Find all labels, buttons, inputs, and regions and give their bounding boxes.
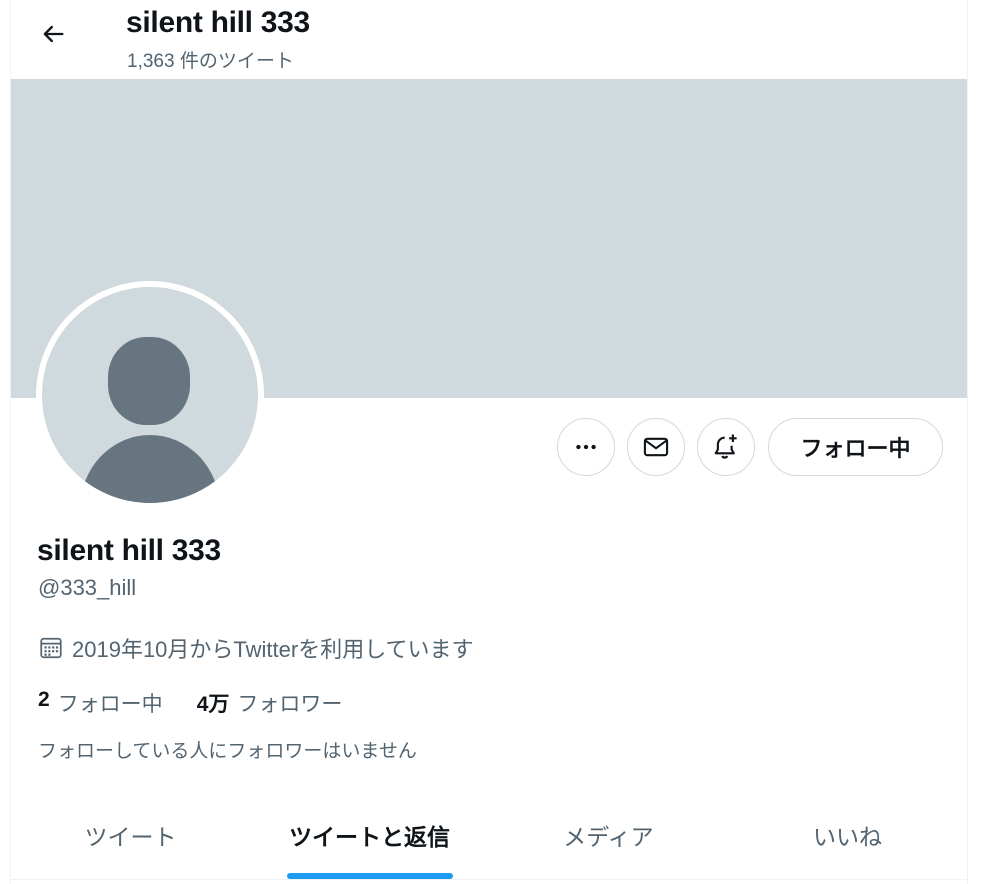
tab-label: ツイートと返信: [289, 823, 450, 850]
followers-label: フォロワー: [237, 693, 343, 716]
following-link[interactable]: 2 フォロー中: [38, 688, 163, 718]
tab-media[interactable]: メディア: [489, 790, 728, 879]
calendar-icon: [40, 637, 62, 659]
tab-label: メディア: [563, 823, 654, 850]
tab-label: ツイート: [84, 823, 177, 850]
notify-button[interactable]: [697, 418, 755, 476]
tab-tweets[interactable]: ツイート: [11, 790, 250, 879]
more-dots-icon: [576, 444, 596, 450]
join-date-text: 2019年10月からTwitterを利用しています: [72, 637, 474, 662]
user-handle: @333_hill: [38, 575, 137, 600]
message-button[interactable]: [627, 418, 685, 476]
join-date: 2019年10月からTwitterを利用しています: [38, 632, 474, 664]
follow-counts: 2 フォロー中 4万 フォロワー: [38, 688, 342, 718]
tab-tweets-and-replies[interactable]: ツイートと返信: [250, 790, 489, 879]
following-label: フォロー中: [57, 693, 163, 716]
followers-count: 4万: [196, 693, 230, 716]
following-count: 2: [38, 688, 50, 711]
display-name: silent hill 333: [37, 534, 221, 567]
tweet-count: 1,363 件のツイート: [127, 51, 294, 72]
tab-label: いいね: [813, 823, 882, 850]
following-button[interactable]: フォロー中: [768, 418, 943, 476]
tab-likes[interactable]: いいね: [728, 790, 967, 879]
avatar[interactable]: [36, 281, 264, 509]
envelope-icon: [643, 437, 669, 457]
profile-tabs: ツイート ツイートと返信 メディア いいね: [11, 790, 967, 880]
followers-you-know: フォローしている人にフォロワーはいません: [38, 741, 417, 762]
followers-link[interactable]: 4万 フォロワー: [197, 688, 343, 718]
bell-plus-icon: [714, 434, 737, 459]
default-avatar-icon: [42, 287, 258, 503]
arrow-left-icon: [43, 25, 64, 43]
profile-column: silent hill 333 1,363 件のツイート フォロー中 silen…: [10, 0, 968, 884]
profile-header: silent hill 333 1,363 件のツイート: [11, 0, 967, 79]
header-title: silent hill 333: [126, 6, 310, 39]
back-button[interactable]: [33, 14, 73, 54]
more-button[interactable]: [557, 418, 615, 476]
active-tab-indicator: [286, 873, 453, 879]
